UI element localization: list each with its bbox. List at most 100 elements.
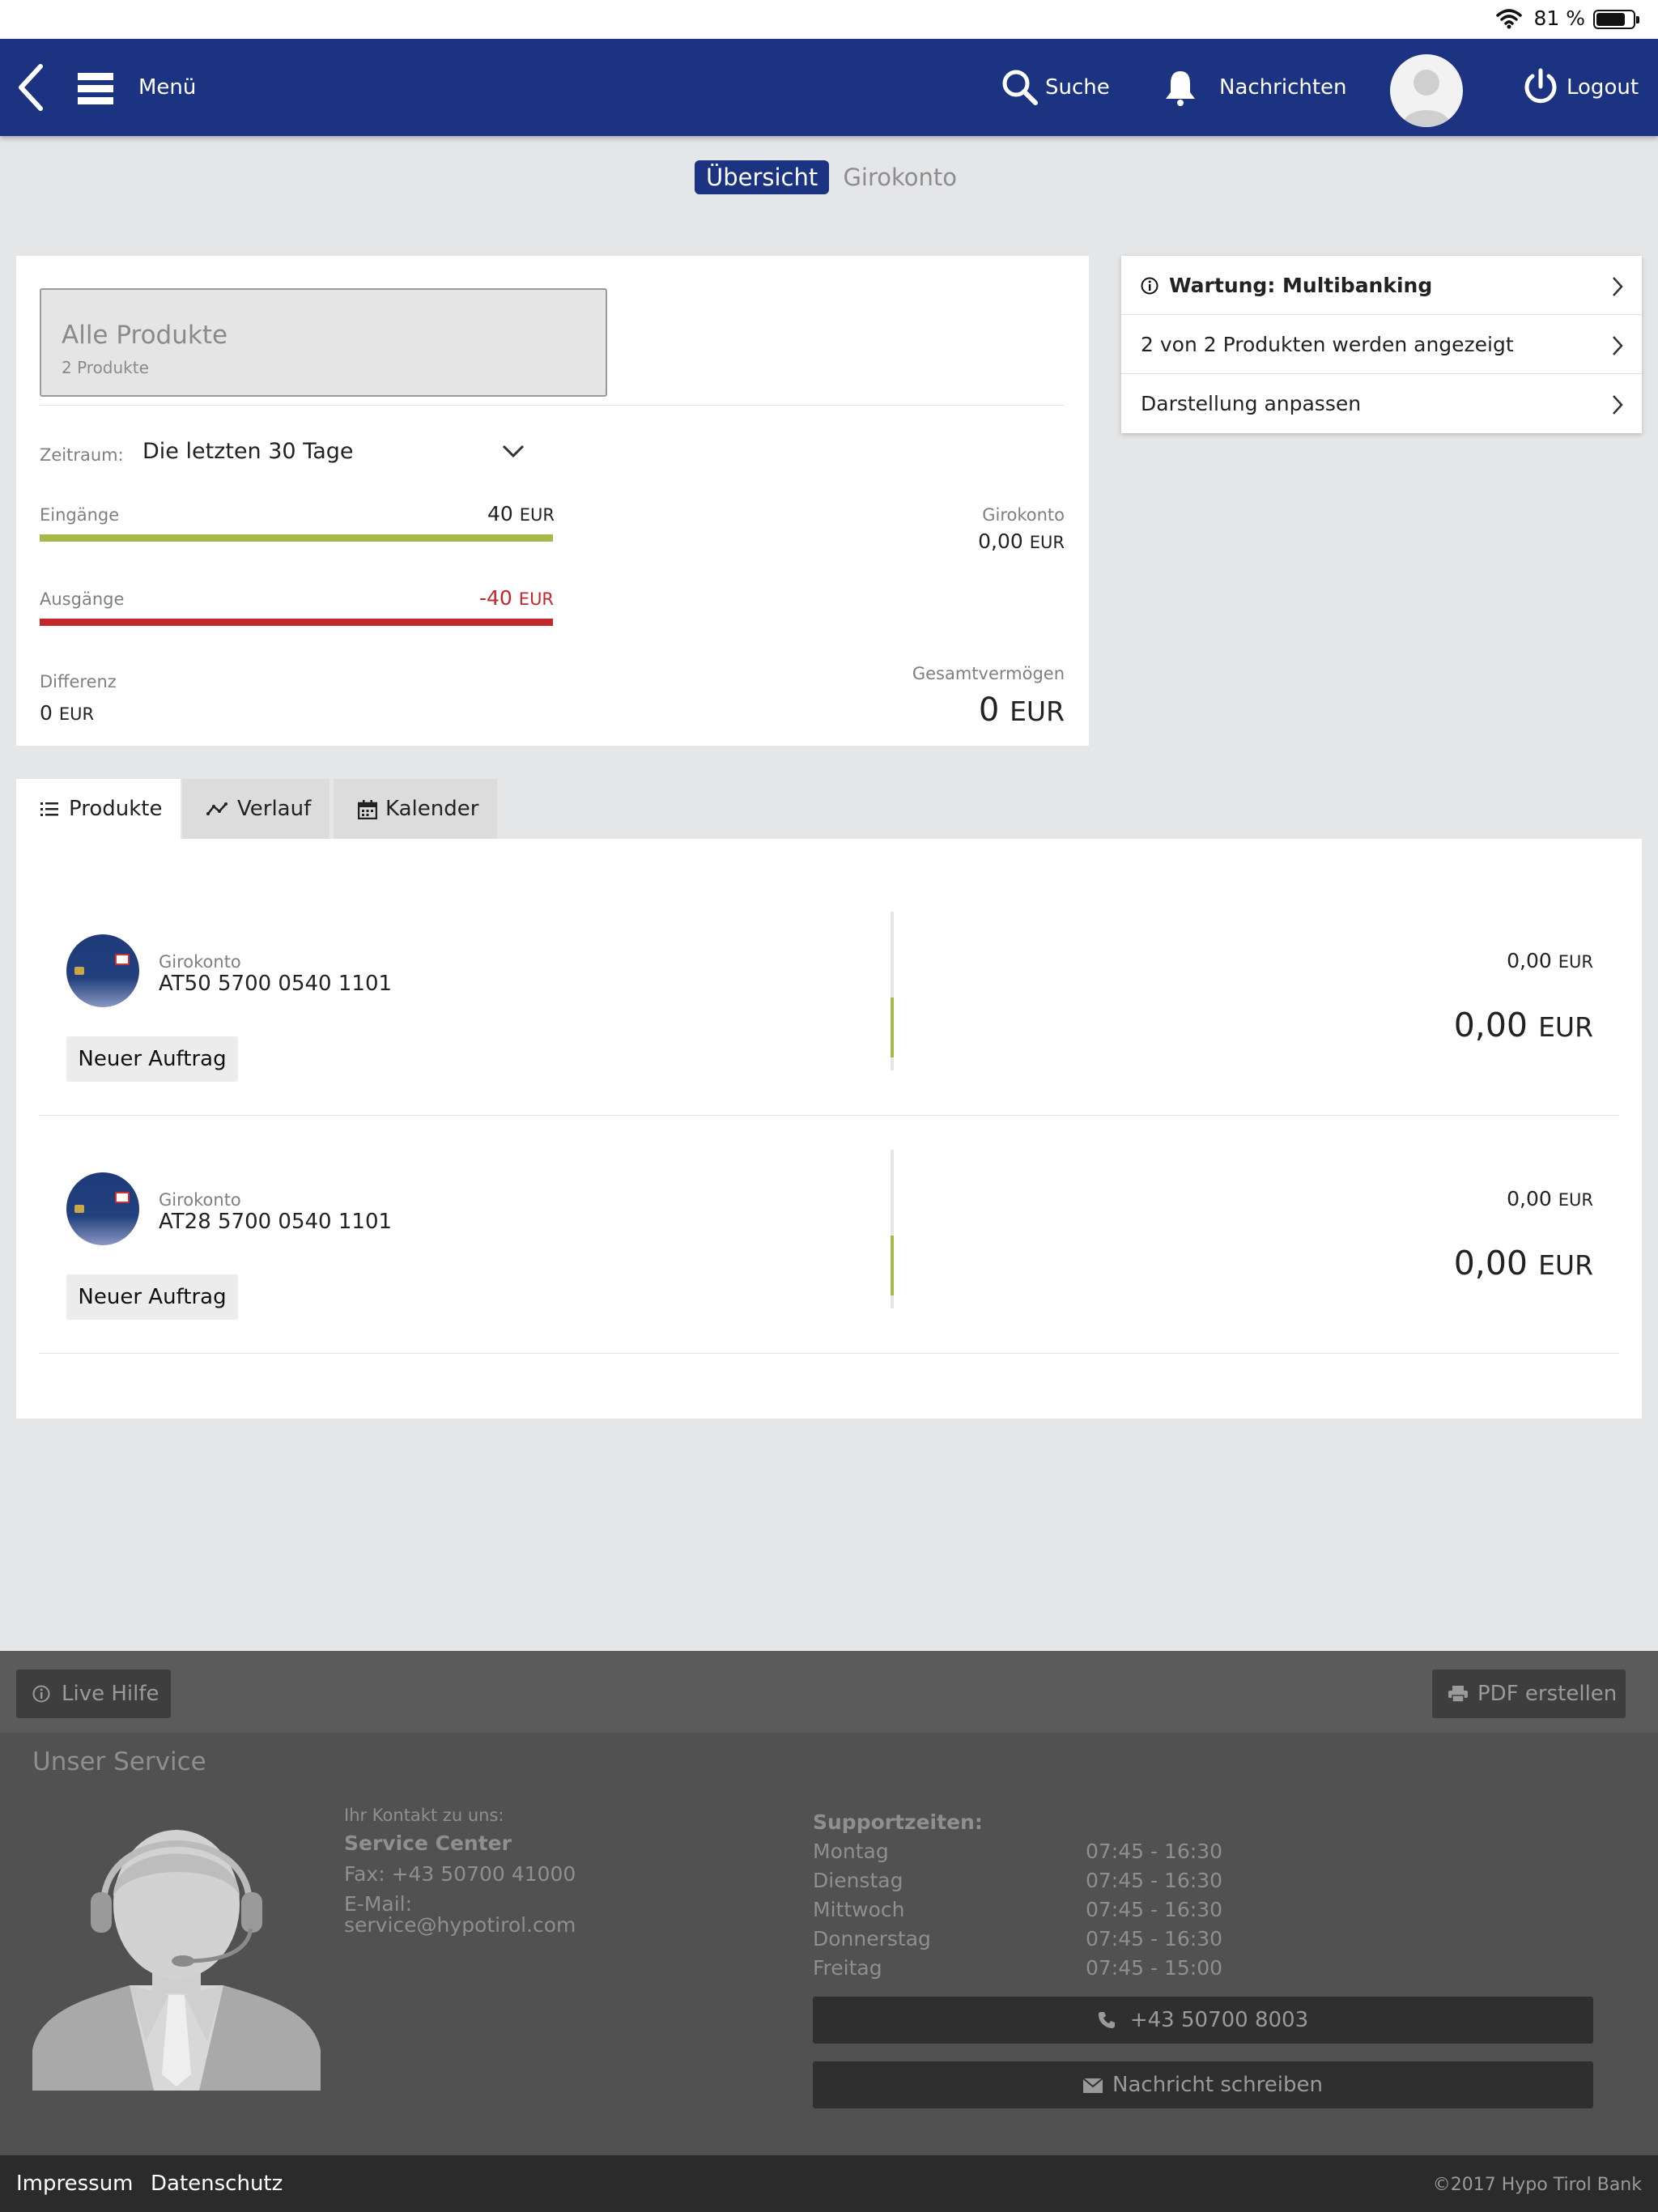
legal-bar: Impressum Datenschutz ©2017 Hypo Tirol B… <box>0 2155 1658 2212</box>
email-label: E-Mail: <box>344 1892 413 1916</box>
income-label: Eingänge <box>40 505 120 525</box>
back-icon[interactable] <box>16 63 45 112</box>
fax-number: Fax: +43 50700 41000 <box>344 1862 576 1886</box>
account-type: Girokonto <box>159 952 241 972</box>
expense-value: -40 EUR <box>479 586 555 610</box>
info-icon <box>32 1685 50 1703</box>
hamburger-icon <box>78 73 113 104</box>
account-balance: 0,00 EUR <box>1453 1006 1593 1044</box>
tab-produkte[interactable]: Produkte <box>16 779 181 839</box>
tab-verlauf-label: Verlauf <box>237 797 312 821</box>
account-iban[interactable]: AT50 5700 0540 1101 <box>159 972 392 996</box>
search-label[interactable]: Suche <box>1045 75 1110 100</box>
chevron-down-icon <box>502 445 525 458</box>
impressum-link[interactable]: Impressum <box>16 2172 134 2196</box>
period-dropdown[interactable]: Die letzten 30 Tage <box>142 439 525 474</box>
income-bar <box>40 534 553 542</box>
expense-label: Ausgänge <box>40 589 125 609</box>
phone-icon <box>1098 2012 1115 2028</box>
product-select-title: Alle Produkte <box>62 321 228 350</box>
diff-value: 0 EUR <box>40 701 95 725</box>
calendar-icon <box>358 800 377 819</box>
page-tabs: Übersicht Girokonto <box>0 160 1658 194</box>
call-button[interactable]: +43 50700 8003 <box>813 1997 1593 2044</box>
notifications-button[interactable] <box>1163 68 1198 110</box>
chevron-right-icon <box>1613 336 1623 355</box>
power-icon <box>1524 68 1557 104</box>
write-message-label: Nachricht schreiben <box>1112 2073 1323 2097</box>
menu-label[interactable]: Menü <box>138 75 196 100</box>
live-help-label: Live Hilfe <box>62 1682 159 1706</box>
support-day: Dienstag <box>813 1869 903 1892</box>
product-select-count: 2 Produkte <box>62 358 149 377</box>
products-shown-item[interactable]: 2 von 2 Produkten werden angezeigt <box>1121 315 1642 374</box>
logout-label[interactable]: Logout <box>1567 75 1639 100</box>
email-link[interactable]: service@hypotirol.com <box>344 1913 576 1937</box>
notifications-label[interactable]: Nachrichten <box>1219 75 1347 100</box>
contact-label: Ihr Kontakt zu uns: <box>344 1806 504 1825</box>
chevron-right-icon <box>1613 277 1623 296</box>
write-message-button[interactable]: Nachricht schreiben <box>813 2061 1593 2108</box>
list-item: Girokonto AT50 5700 0540 1101 Neuer Auft… <box>39 878 1619 1116</box>
live-help-button[interactable]: Live Hilfe <box>16 1670 171 1718</box>
expense-bar <box>40 619 553 626</box>
support-day: Freitag <box>813 1956 882 1980</box>
support-time: 07:45 - 16:30 <box>1086 1869 1223 1892</box>
status-bar: 81 % <box>0 0 1658 39</box>
search-icon <box>1002 70 1038 105</box>
income-value: 40 EUR <box>487 502 555 525</box>
balance-indicator <box>891 1150 894 1308</box>
menu-button[interactable] <box>78 71 113 110</box>
support-title: Supportzeiten: <box>813 1810 983 1834</box>
datenschutz-link[interactable]: Datenschutz <box>151 2172 283 2196</box>
support-time: 07:45 - 16:30 <box>1086 1898 1223 1921</box>
copyright: ©2017 Hypo Tirol Bank <box>1432 2175 1642 2195</box>
search-button[interactable] <box>1001 68 1039 110</box>
list-item: Girokonto AT28 5700 0540 1101 Neuer Auft… <box>39 1116 1619 1354</box>
balance-indicator <box>891 912 894 1070</box>
tab-overview[interactable]: Übersicht <box>694 160 830 194</box>
support-time: 07:45 - 16:30 <box>1086 1840 1223 1863</box>
support-day: Mittwoch <box>813 1898 905 1921</box>
chart-line-icon <box>206 802 227 815</box>
footer-toolbar <box>0 1651 1658 1733</box>
support-time: 07:45 - 15:00 <box>1086 1956 1223 1980</box>
customize-view-item[interactable]: Darstellung anpassen <box>1121 374 1642 433</box>
account-balance: 0,00 EUR <box>1453 1244 1593 1283</box>
diff-label: Differenz <box>40 672 117 691</box>
maintenance-notice[interactable]: Wartung: Multibanking <box>1121 256 1642 315</box>
period-value: Die letzten 30 Tage <box>142 439 354 464</box>
logout-button[interactable] <box>1522 68 1559 110</box>
support-time: 07:45 - 16:30 <box>1086 1927 1223 1950</box>
account-balance-small: 0,00 EUR <box>1507 1187 1593 1210</box>
new-order-button[interactable]: Neuer Auftrag <box>66 1274 238 1320</box>
tab-kalender-label: Kalender <box>385 797 479 821</box>
pdf-button[interactable]: PDF erstellen <box>1432 1670 1626 1718</box>
tab-kalender[interactable]: Kalender <box>334 779 497 839</box>
tab-girokonto[interactable]: Girokonto <box>836 160 963 194</box>
customize-view-label: Darstellung anpassen <box>1141 392 1362 415</box>
wifi-icon <box>1496 9 1522 29</box>
support-agent-icon <box>32 1830 321 2091</box>
product-select[interactable]: Alle Produkte 2 Produkte <box>40 288 607 397</box>
avatar[interactable] <box>1390 54 1463 127</box>
bank-card-logo <box>66 934 139 1007</box>
account-type: Girokonto <box>159 1190 241 1210</box>
service-center: Service Center <box>344 1831 512 1855</box>
user-silhouette-icon <box>1402 70 1451 127</box>
tab-verlauf[interactable]: Verlauf <box>182 779 329 839</box>
call-number: +43 50700 8003 <box>1129 2008 1309 2032</box>
list-icon <box>40 802 58 816</box>
chevron-right-icon <box>1613 395 1623 415</box>
account-balance-small: 0,00 EUR <box>1507 949 1593 972</box>
battery-percentage: 81 % <box>1533 6 1585 30</box>
service-section: Unser Service Ihr Kontakt zu uns: Servic… <box>0 1733 1658 2155</box>
new-order-button[interactable]: Neuer Auftrag <box>66 1036 238 1082</box>
pdf-label: PDF erstellen <box>1477 1682 1618 1706</box>
bell-icon <box>1166 71 1195 106</box>
products-shown-label: 2 von 2 Produkten werden angezeigt <box>1141 333 1514 356</box>
total-label: Gesamtvermögen <box>912 664 1065 683</box>
account-iban[interactable]: AT28 5700 0540 1101 <box>159 1210 392 1234</box>
summary-card: Alle Produkte 2 Produkte Zeitraum: Die l… <box>16 256 1089 746</box>
info-icon <box>1141 277 1158 295</box>
